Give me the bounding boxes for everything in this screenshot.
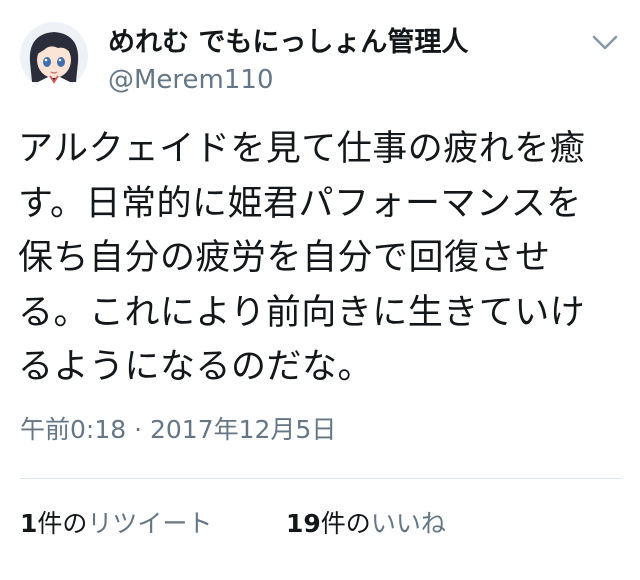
- like-count-unit: 件の: [320, 509, 371, 538]
- tweet-text-line: 保ち自分の疲労を自分で回復させ: [18, 238, 551, 278]
- tweet-card: めれむ でもにっしょん管理人 @Merem110 アルクェイドを見て仕事の疲れを…: [0, 0, 640, 580]
- tweet-timestamp[interactable]: 午前0:18 · 2017年12月5日: [20, 414, 336, 446]
- tweet-text-line: す。日常的に姫君パフォーマンスを: [18, 183, 582, 224]
- like-count-link[interactable]: 19件のいいね: [286, 508, 446, 540]
- author-handle[interactable]: @Merem110: [108, 64, 274, 96]
- retweet-count: 1: [20, 509, 38, 538]
- author-display-name[interactable]: めれむ でもにっしょん管理人: [108, 26, 468, 60]
- retweet-label: リツイート: [87, 509, 213, 538]
- like-label: いいね: [370, 509, 446, 538]
- chevron-down-icon[interactable]: [590, 32, 620, 54]
- tweet-text-line: るようになるのだな。: [18, 347, 374, 387]
- tweet-text-line: る。これにより前向きに生きていけ: [18, 292, 586, 333]
- avatar-image: [20, 22, 88, 90]
- retweet-count-link[interactable]: 1件のリツイート: [20, 508, 212, 540]
- like-count: 19: [286, 509, 321, 538]
- avatar[interactable]: [20, 22, 88, 90]
- tweet-text-line: アルクェイドを見て仕事の疲れを癒: [18, 129, 586, 169]
- retweet-count-unit: 件の: [37, 509, 88, 538]
- divider: [20, 478, 622, 479]
- tweet-text: アルクェイドを見て仕事の疲れを癒 す。日常的に姫君パフォーマンスを 保ち自分の疲…: [18, 122, 628, 395]
